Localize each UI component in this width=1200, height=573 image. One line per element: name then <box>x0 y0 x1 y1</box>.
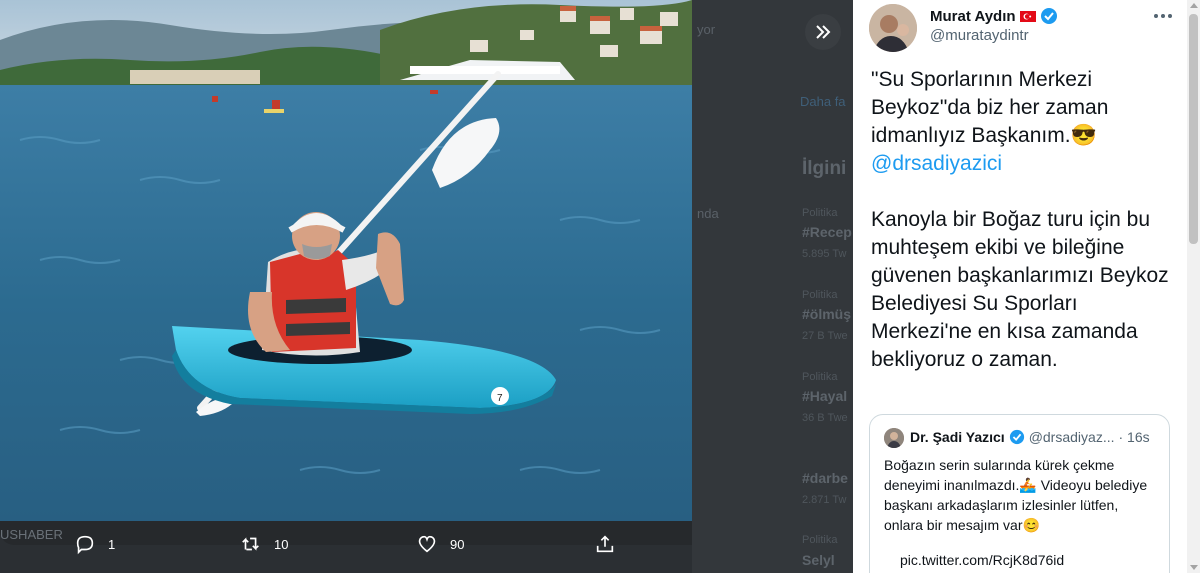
trend-category: Politika <box>802 207 838 219</box>
background-partial-text: yor <box>697 22 716 37</box>
like-button[interactable]: 90 <box>416 533 464 555</box>
trend-count: 27 B Twe <box>802 330 848 342</box>
tweet-text: "Su Sporlarının Merkezi Beykoz"da biz he… <box>871 66 1171 374</box>
quoted-author-avatar <box>884 428 904 448</box>
retweet-count: 10 <box>274 536 289 552</box>
trend-tag: #ölmüş <box>802 306 852 322</box>
mention-link[interactable]: @drsadiyazici <box>871 152 1002 175</box>
quoted-tweet-header: Dr. Şadi Yazıcı @drsadiyaz... · 16s <box>910 429 1150 445</box>
share-icon <box>596 535 614 553</box>
author-name-row[interactable]: Murat Aydın <box>930 7 1058 25</box>
tweet-photo[interactable]: 7 <box>0 0 692 521</box>
quoted-avatar-image <box>884 428 904 448</box>
trend-tag: #Hayal <box>802 388 848 404</box>
twitter-media-viewer: yor Daha fa nda İlgini Politika #Recep 5… <box>0 0 1200 573</box>
background-username-fragment: USHABER <box>0 527 63 542</box>
more-icon <box>1154 14 1172 18</box>
share-button[interactable] <box>594 533 628 555</box>
expand-chevrons-icon <box>816 25 831 39</box>
tweet-actions-bar: USHABER 1 10 90 <box>0 521 853 573</box>
retweet-button[interactable]: 10 <box>240 533 288 555</box>
trend-count: 2.871 Tw <box>802 494 847 506</box>
background-heading: İlgini <box>802 158 847 179</box>
like-icon <box>418 535 436 553</box>
avatar-image <box>869 4 917 52</box>
trend-category: Politika <box>802 289 838 301</box>
reply-count: 1 <box>108 536 116 552</box>
scrollbar[interactable] <box>1187 0 1200 573</box>
tweet-detail-panel: Murat Aydın @murataydintr "Su Sporlarını… <box>853 0 1187 573</box>
tweet-text-part2: Kanoyla bir Boğaz turu için bu muhteşem … <box>871 208 1169 371</box>
trend-category: Politika <box>802 371 838 383</box>
quoted-author-handle: @drsadiyaz... <box>1028 429 1115 445</box>
author-handle[interactable]: @murataydintr <box>930 27 1029 44</box>
trend-count: 5.895 Tw <box>802 248 847 260</box>
verified-badge-icon <box>1040 8 1057 24</box>
trend-tag: #darbe <box>802 470 848 486</box>
kayak-photo-illustration: 7 <box>0 0 692 521</box>
author-avatar[interactable] <box>869 4 917 52</box>
quoted-tweet-media-link[interactable]: pic.twitter.com/RcjK8d76id <box>900 552 1064 568</box>
quoted-tweet-time: · 16s <box>1118 429 1150 445</box>
turkey-flag-icon <box>1019 10 1036 22</box>
trend-tag: #Recep <box>802 224 852 240</box>
tweet-text-part1: "Su Sporlarının Merkezi Beykoz"da biz he… <box>871 68 1109 147</box>
expand-panel-button[interactable] <box>805 14 841 50</box>
scroll-down-arrow-icon[interactable] <box>1190 565 1198 570</box>
scrollbar-thumb[interactable] <box>1189 14 1198 244</box>
quoted-tweet-text: Boğazın serin sularında kürek çekme dene… <box>884 457 1151 533</box>
retweet-icon <box>242 537 259 551</box>
more-options-button[interactable] <box>1151 6 1175 26</box>
like-count: 90 <box>450 536 465 552</box>
background-partial-link: Daha fa <box>800 94 846 109</box>
reply-icon <box>76 535 94 555</box>
verified-badge-icon <box>1009 429 1024 445</box>
svg-text:7: 7 <box>497 393 503 404</box>
background-sidebar <box>692 0 853 573</box>
quoted-author-name: Dr. Şadi Yazıcı <box>910 429 1005 445</box>
author-name: Murat Aydın <box>930 7 1016 25</box>
reply-button[interactable]: 1 <box>74 533 115 555</box>
scroll-up-arrow-icon[interactable] <box>1190 3 1198 8</box>
trend-count: 36 B Twe <box>802 412 848 424</box>
quoted-tweet-card[interactable]: Dr. Şadi Yazıcı @drsadiyaz... · 16s Boğa… <box>869 414 1170 573</box>
background-partial-text-2: nda <box>697 206 719 221</box>
